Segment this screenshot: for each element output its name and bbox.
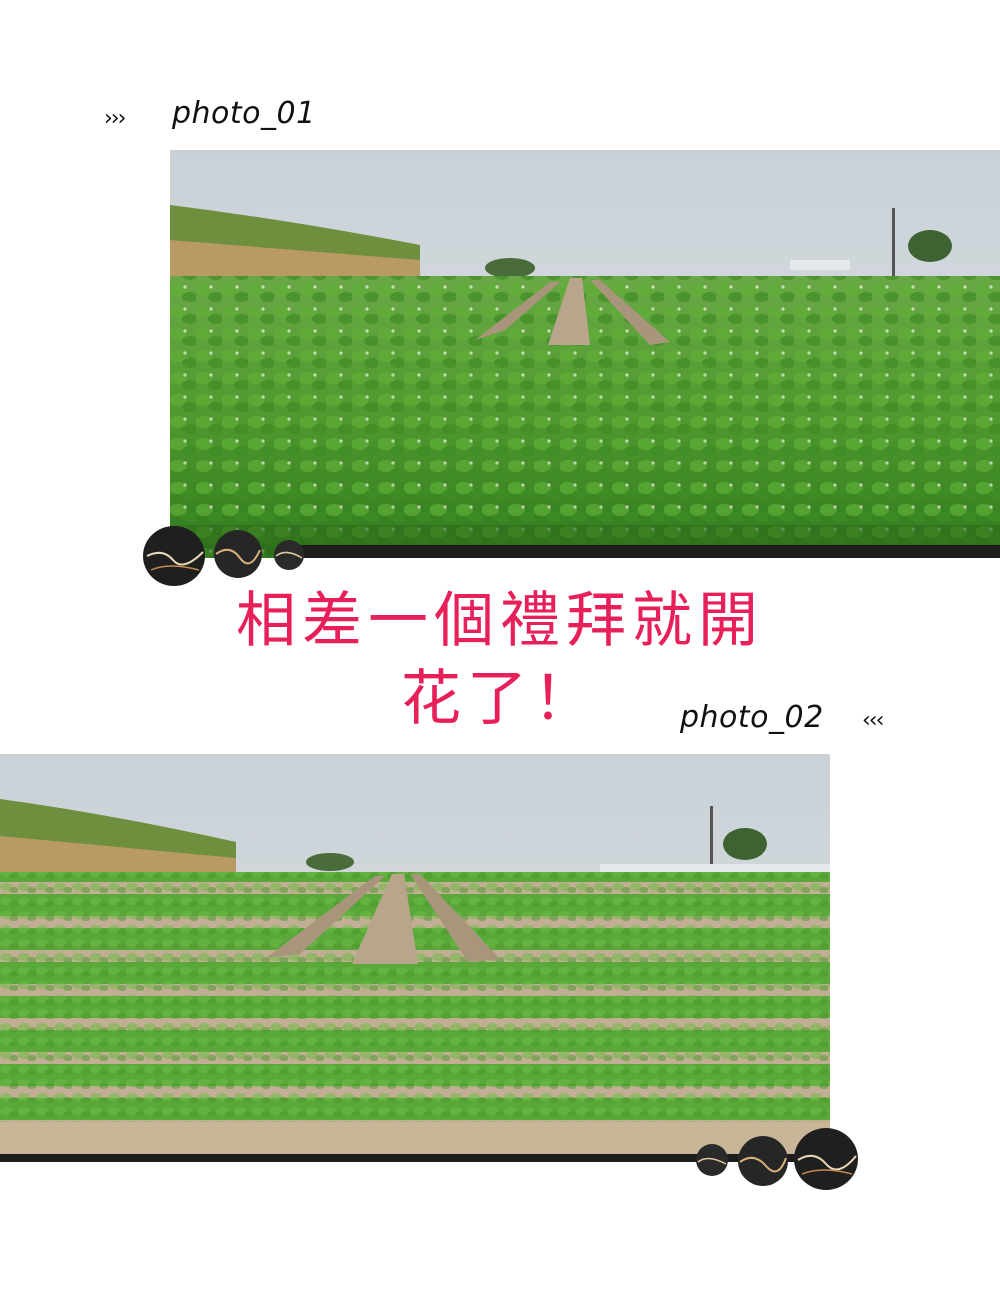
chevrons-left-icon: ‹‹‹ xyxy=(862,708,884,733)
chevrons-right-icon: ››› xyxy=(104,106,126,131)
caption-line-2: 花了！ xyxy=(401,664,599,734)
marble-stone-icon xyxy=(274,540,304,570)
caption-line-1: 相差一個禮拜就開 xyxy=(236,586,764,656)
field-photo-01 xyxy=(170,150,1000,558)
marble-stone-icon xyxy=(794,1128,858,1190)
marble-stone-icon xyxy=(696,1144,728,1176)
marble-stone-icon xyxy=(738,1136,788,1186)
photo-label-01: photo_01 xyxy=(172,96,316,131)
marble-stone-icon xyxy=(143,526,205,586)
photo-label-02: photo_02 xyxy=(680,700,824,735)
field-photo-02 xyxy=(0,754,830,1162)
marble-stone-icon xyxy=(214,530,262,578)
